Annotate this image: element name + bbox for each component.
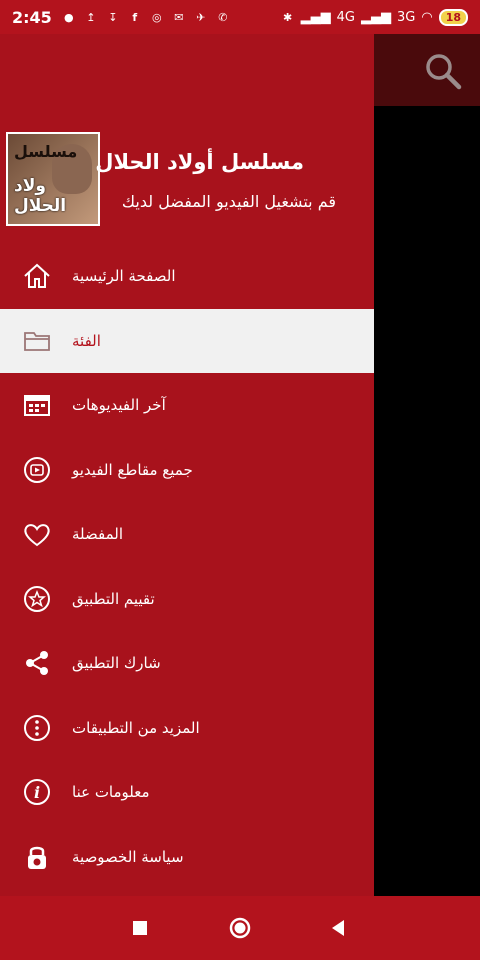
status-time: 2:45: [12, 7, 52, 27]
svg-text:i: i: [34, 783, 40, 802]
signal-icon-2: ▂▄▆: [360, 9, 391, 25]
upload-icon: ↥: [86, 10, 96, 24]
lock-icon: [28, 846, 46, 869]
calendar-icon: [24, 395, 50, 417]
heart-icon: [24, 524, 50, 547]
download-icon: ↧: [108, 10, 118, 24]
menu-item-all-videos[interactable]: جميع مقاطع الفيديو: [0, 438, 374, 503]
app-logo: مسلسل ولاد الحلال: [6, 132, 100, 226]
main-content-scrim[interactable]: [374, 34, 480, 896]
info-icon: i: [24, 779, 50, 806]
more-icon: [24, 714, 50, 741]
facebook-icon: f: [132, 10, 138, 24]
network-label-1: 4G: [336, 9, 355, 25]
menu-item-favorites[interactable]: المفضلة: [0, 502, 374, 567]
instagram-icon: ◎: [151, 10, 162, 24]
notification-icons: ● ↥ ↧ f ◎ ✉ ✈ ✆: [62, 10, 230, 24]
star-circle-icon: [24, 585, 50, 612]
record-icon: ●: [63, 10, 74, 24]
menu-item-about-us[interactable]: i معلومات عنا: [0, 760, 374, 825]
navigation-drawer: مسلسل ولاد الحلال مسلسل أولاد الحلال قم …: [0, 34, 374, 896]
whatsapp-icon: ✆: [218, 10, 228, 24]
back-button[interactable]: [326, 916, 350, 940]
menu-label-all-videos: جميع مقاطع الفيديو: [72, 460, 193, 479]
menu-label-home: الصفحة الرئيسية: [72, 267, 176, 286]
menu-item-latest-videos[interactable]: آخر الفيديوهات: [0, 373, 374, 438]
drawer-menu: الصفحة الرئيسية الفئة آخر الفيديوهات جمي…: [0, 244, 374, 889]
home-icon: [24, 263, 50, 289]
home-button[interactable]: [228, 916, 252, 940]
drawer-header: مسلسل ولاد الحلال مسلسل أولاد الحلال قم …: [0, 34, 374, 244]
menu-item-privacy-policy[interactable]: سياسة الخصوصية: [0, 825, 374, 890]
status-bar: 2:45 ● ↥ ↧ f ◎ ✉ ✈ ✆ ✱ ▂▄▆ 4G ▂▄▆ 3G ◠ 1…: [0, 0, 480, 34]
menu-item-more-apps[interactable]: المزيد من التطبيقات: [0, 696, 374, 761]
menu-item-share-app[interactable]: شارك التطبيق: [0, 631, 374, 696]
logo-text-top: مسلسل: [14, 142, 78, 161]
menu-label-privacy-policy: سياسة الخصوصية: [72, 847, 184, 866]
airplane-icon: ✈: [196, 10, 206, 24]
play-circle-icon: [24, 456, 50, 483]
menu-item-rate-app[interactable]: تقييم التطبيق: [0, 567, 374, 632]
menu-label-more-apps: المزيد من التطبيقات: [72, 718, 200, 737]
app-subtitle: قم بتشغيل الفيديو المفضل لديك: [121, 192, 336, 211]
app-title: مسلسل أولاد الحلال: [95, 150, 304, 174]
network-label-2: 3G: [396, 9, 416, 25]
menu-label-rate-app: تقييم التطبيق: [72, 589, 155, 608]
menu-item-category[interactable]: الفئة: [0, 308, 374, 373]
system-nav-bar: [0, 896, 480, 960]
system-indicators: ✱ ▂▄▆ 4G ▂▄▆ 3G ◠ 18: [281, 8, 468, 26]
menu-label-category: الفئة: [72, 331, 101, 350]
logo-text-bottom: ولاد الحلال: [14, 176, 67, 216]
menu-label-latest-videos: آخر الفيديوهات: [72, 396, 166, 415]
menu-label-about-us: معلومات عنا: [72, 783, 150, 802]
folder-icon: [24, 331, 50, 351]
menu-label-share-app: شارك التطبيق: [72, 654, 161, 673]
menu-item-home[interactable]: الصفحة الرئيسية: [0, 244, 374, 309]
mail-icon: ✉: [174, 10, 184, 24]
share-icon: [26, 651, 48, 676]
battery-indicator: 18: [438, 8, 468, 26]
recents-button[interactable]: [128, 916, 152, 940]
wifi-icon: ◠: [421, 9, 433, 25]
bluetooth-icon: ✱: [283, 10, 293, 24]
search-icon[interactable]: [424, 52, 462, 90]
menu-label-favorites: المفضلة: [72, 525, 124, 544]
signal-icon: ▂▄▆: [300, 9, 331, 25]
